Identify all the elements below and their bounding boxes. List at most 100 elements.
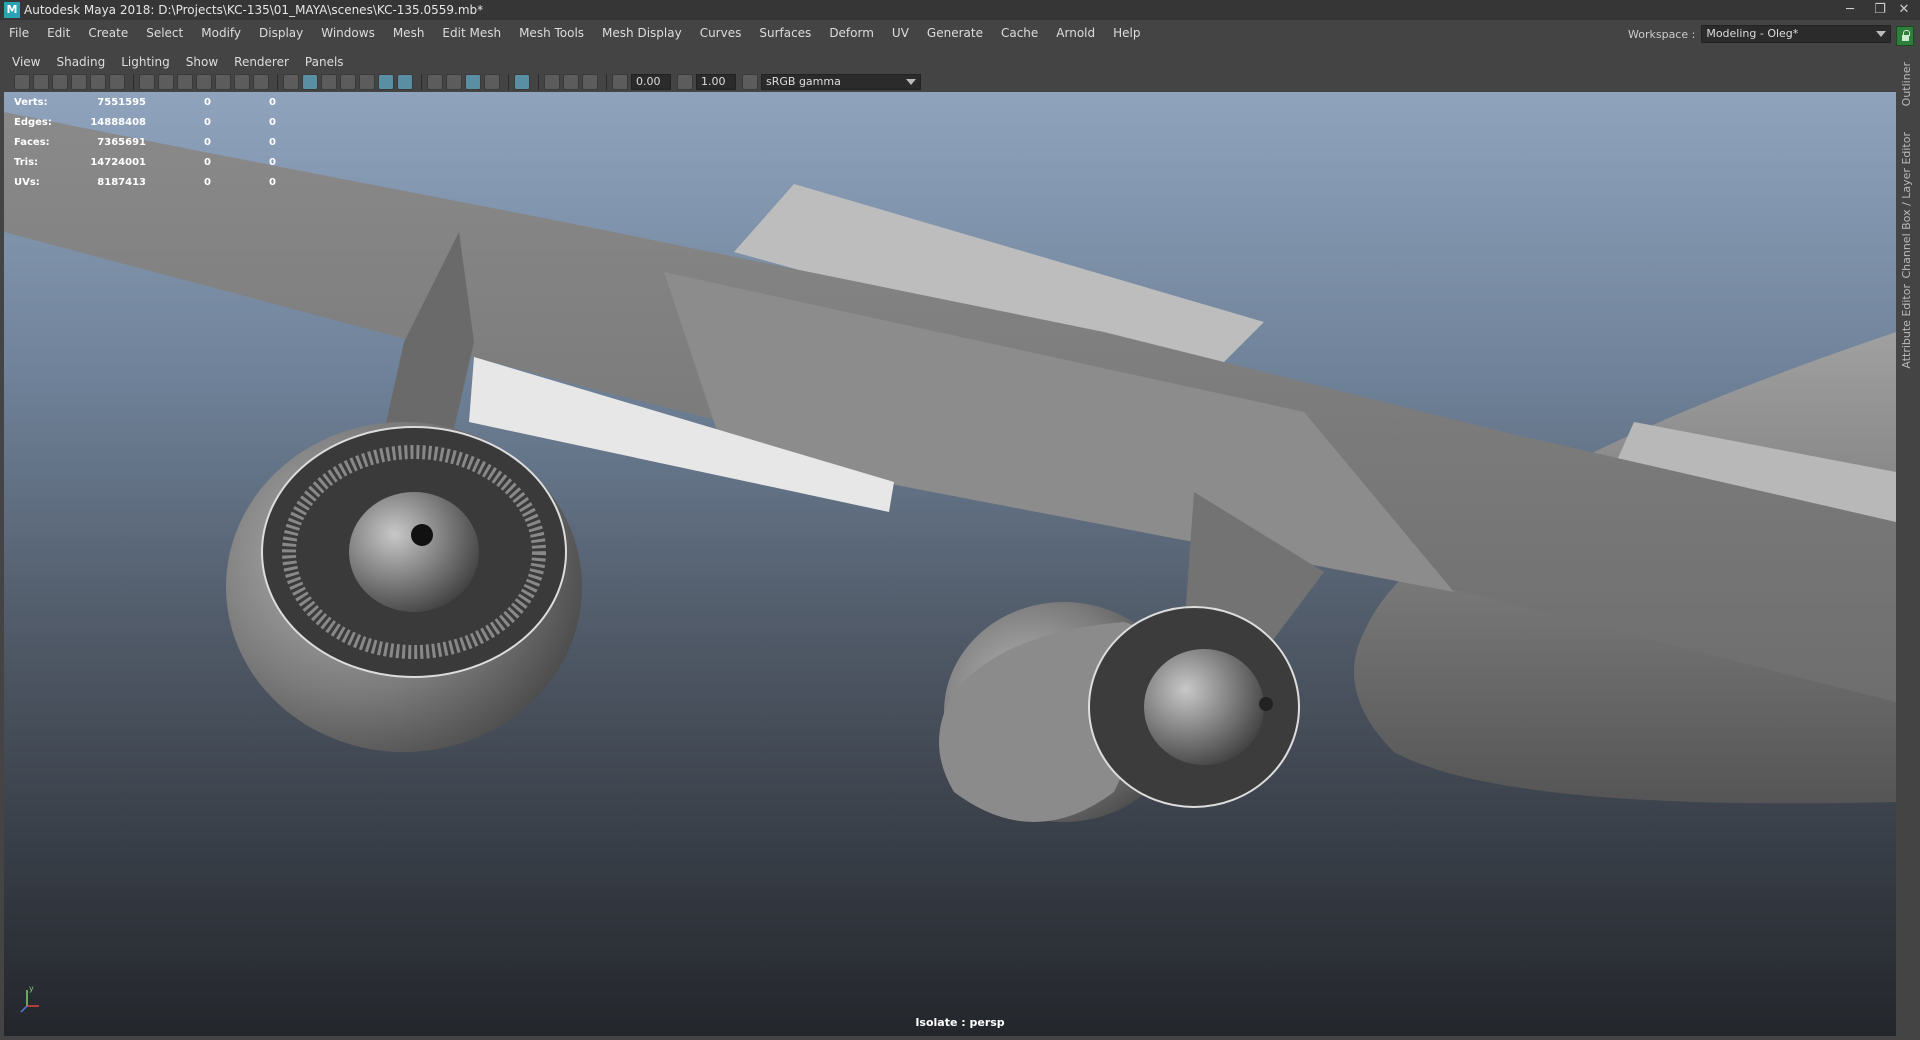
panel-menu-bar: View Shading Lighting Show Renderer Pane… [4, 52, 1896, 72]
tab-outliner[interactable]: Outliner [1900, 62, 1913, 106]
film-gate-icon[interactable] [158, 74, 174, 90]
camera-attributes-icon[interactable] [33, 74, 49, 90]
menu-file[interactable]: File [0, 20, 38, 46]
bookmark-icon[interactable] [52, 74, 68, 90]
hud-row-edges: Edges: 14888408 0 0 [14, 112, 276, 132]
hud-selected: 0 [204, 96, 211, 108]
hud-selected: 0 [204, 156, 211, 168]
grid-icon[interactable] [139, 74, 155, 90]
gamma-field[interactable]: 1.00 [696, 74, 736, 90]
spinner-tip-right [1259, 697, 1273, 711]
hud-label: Edges: [14, 116, 52, 128]
motion-blur-icon[interactable] [446, 74, 462, 90]
lock-icon[interactable] [1896, 26, 1914, 46]
shadows-icon[interactable] [397, 74, 413, 90]
toolbar-separator [133, 74, 134, 90]
menu-select[interactable]: Select [137, 20, 192, 46]
close-button[interactable]: ✕ [1884, 0, 1920, 20]
toolbar-separator [606, 74, 607, 90]
menu-cache[interactable]: Cache [992, 20, 1047, 46]
isolate-select-icon[interactable] [514, 74, 530, 90]
panel-menu-panels[interactable]: Panels [297, 55, 352, 69]
panel-menu-show[interactable]: Show [178, 55, 226, 69]
hud-selected: 0 [204, 176, 211, 188]
menu-mesh-display[interactable]: Mesh Display [593, 20, 691, 46]
wireframe-icon[interactable] [283, 74, 299, 90]
screen-space-ao-icon[interactable] [427, 74, 443, 90]
resolution-gate-icon[interactable] [177, 74, 193, 90]
panel-menu-shading[interactable]: Shading [48, 55, 113, 69]
hud-triangles: 0 [269, 136, 276, 148]
view-transform-value: sRGB gamma [766, 75, 841, 88]
hud-triangles: 0 [269, 96, 276, 108]
field-chart-icon[interactable] [215, 74, 231, 90]
camera-icon[interactable] [14, 74, 30, 90]
menu-help[interactable]: Help [1104, 20, 1149, 46]
exposure-field[interactable]: 0.00 [631, 74, 671, 90]
hud-total: 14724001 [90, 156, 146, 168]
hud-selected: 0 [204, 136, 211, 148]
panel-menu-lighting[interactable]: Lighting [113, 55, 178, 69]
tab-attribute-editor[interactable]: Attribute Editor [1900, 284, 1913, 369]
spinner-tip-left [411, 524, 433, 546]
axis-y-label: y [29, 984, 34, 993]
exposure-icon[interactable] [612, 74, 628, 90]
axis-gizmo-icon: y [20, 984, 39, 1013]
panel-toolbar: 0.00 1.00 sRGB gamma [4, 72, 1896, 92]
menu-curves[interactable]: Curves [691, 20, 751, 46]
safe-title-icon[interactable] [253, 74, 269, 90]
engine-spinner-left [349, 492, 479, 612]
menu-uv[interactable]: UV [883, 20, 918, 46]
default-material-icon[interactable] [321, 74, 337, 90]
depth-of-field-icon[interactable] [484, 74, 500, 90]
chevron-down-icon [1876, 31, 1887, 37]
workspace-selector: Workspace : Modeling - Oleg* [1628, 25, 1892, 43]
menu-mesh[interactable]: Mesh [384, 20, 434, 46]
xray-active-icon[interactable] [563, 74, 579, 90]
toolbar-separator [538, 74, 539, 90]
panel-menu-renderer[interactable]: Renderer [226, 55, 297, 69]
safe-action-icon[interactable] [234, 74, 250, 90]
menu-surfaces[interactable]: Surfaces [750, 20, 820, 46]
image-plane-icon[interactable] [71, 74, 87, 90]
hud-row-uvs: UVs: 8187413 0 0 [14, 172, 276, 192]
hud-row-tris: Tris: 14724001 0 0 [14, 152, 276, 172]
smooth-shade-icon[interactable] [302, 74, 318, 90]
textured-icon[interactable] [340, 74, 356, 90]
menu-mesh-tools[interactable]: Mesh Tools [510, 20, 593, 46]
perspective-viewport[interactable] [4, 92, 1896, 1036]
hud-total: 8187413 [97, 176, 146, 188]
menu-edit[interactable]: Edit [38, 20, 79, 46]
side-panel-tabs: Outliner Channel Box / Layer Editor Attr… [1898, 52, 1920, 1036]
menu-generate[interactable]: Generate [918, 20, 992, 46]
checker-icon[interactable] [359, 74, 375, 90]
menu-deform[interactable]: Deform [820, 20, 883, 46]
menu-arnold[interactable]: Arnold [1047, 20, 1104, 46]
gamma-icon[interactable] [677, 74, 693, 90]
hud-label: Verts: [14, 96, 48, 108]
color-management-icon[interactable] [742, 74, 758, 90]
2d-pan-zoom-icon[interactable] [90, 74, 106, 90]
menu-create[interactable]: Create [79, 20, 137, 46]
menu-edit-mesh[interactable]: Edit Mesh [433, 20, 510, 46]
lights-icon[interactable] [378, 74, 394, 90]
menu-windows[interactable]: Windows [312, 20, 384, 46]
toolbar-separator [508, 74, 509, 90]
workspace-dropdown[interactable]: Modeling - Oleg* [1701, 25, 1892, 43]
menu-display[interactable]: Display [250, 20, 312, 46]
hud-label: Tris: [14, 156, 39, 168]
hud-row-faces: Faces: 7365691 0 0 [14, 132, 276, 152]
xray-joints-icon[interactable] [582, 74, 598, 90]
hud-row-verts: Verts: 7551595 0 0 [14, 92, 276, 112]
panel-menu-view[interactable]: View [4, 55, 48, 69]
tab-channel-box[interactable]: Channel Box / Layer Editor [1900, 132, 1913, 279]
toolbar-separator [277, 74, 278, 90]
toolbar-separator [421, 74, 422, 90]
gate-mask-icon[interactable] [196, 74, 212, 90]
xray-icon[interactable] [544, 74, 560, 90]
view-transform-dropdown[interactable]: sRGB gamma [761, 74, 921, 90]
menu-modify[interactable]: Modify [192, 20, 250, 46]
anti-aliasing-icon[interactable] [465, 74, 481, 90]
grease-pencil-icon[interactable] [109, 74, 125, 90]
hud-triangles: 0 [269, 156, 276, 168]
